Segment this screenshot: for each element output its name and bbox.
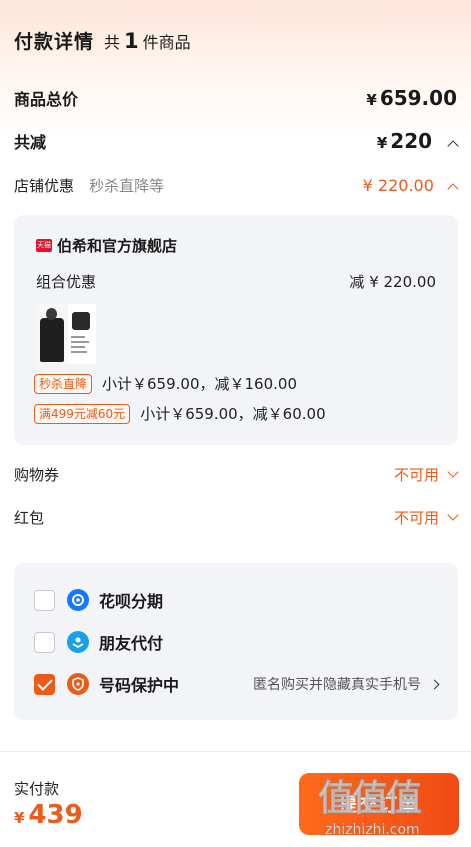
page-title: 付款详情 — [14, 31, 95, 53]
huabei-icon — [67, 589, 89, 611]
total-price-label: 商品总价 — [14, 90, 79, 109]
friend-pay-checkbox[interactable] — [34, 631, 55, 653]
paid-amount: ¥ 439 — [14, 800, 83, 830]
tmall-logo-icon: 天猫 — [36, 239, 52, 252]
combo-discount-row: 组合优惠 减 ¥ 220.00 — [36, 271, 436, 292]
phone-protection-checkbox[interactable] — [34, 673, 55, 695]
discount-tag: 秒杀直降 — [34, 373, 93, 394]
chevron-down-icon[interactable] — [447, 465, 459, 478]
option-friend-pay[interactable]: 朋友代付 — [34, 630, 438, 654]
total-discount-value: 220 — [390, 129, 433, 153]
payment-details-page: 付款详情 共 1 件商品 商品总价 ¥659.00 共减 ¥220 店铺优惠 秒… — [0, 0, 471, 847]
product-image-detail — [68, 304, 96, 364]
total-discount-row[interactable]: 共减 ¥220 — [14, 129, 459, 153]
red-packet-status: 不可用 — [393, 509, 439, 527]
currency-symbol: ¥ — [14, 809, 25, 827]
coupon-status: 不可用 — [393, 466, 439, 484]
chevron-up-icon[interactable] — [447, 183, 459, 195]
shop-discount-row[interactable]: 店铺优惠 秒杀直降等 ¥ 220.00 — [14, 175, 459, 196]
shop-discount-value: ¥ 220.00 — [362, 176, 434, 195]
combo-discount-amount: 减 ¥ 220.00 — [349, 273, 436, 291]
friend-pay-icon — [67, 631, 89, 653]
store-header[interactable]: 天猫 伯希和官方旗舰店 — [36, 235, 177, 256]
discount-detail: 小计￥659.00，减￥160.00 — [102, 375, 297, 393]
watermark-logo: 值值值 — [317, 778, 422, 820]
chevron-down-icon[interactable] — [447, 508, 459, 521]
total-price-row: 商品总价 ¥659.00 — [14, 86, 457, 110]
huabei-checkbox[interactable] — [34, 589, 55, 611]
friend-pay-label: 朋友代付 — [99, 634, 164, 653]
total-discount-label: 共减 — [14, 133, 47, 152]
coupon-value: 不可用 — [393, 464, 459, 485]
option-phone-protection[interactable]: 号码保护中 匿名购买并隐藏真实手机号 — [34, 672, 440, 696]
item-count-prefix: 共 — [104, 33, 121, 52]
total-price-amount: ¥659.00 — [366, 86, 457, 110]
product-thumbnail[interactable] — [36, 304, 96, 364]
huabei-label: 花呗分期 — [99, 592, 164, 611]
payment-options-card: 花呗分期 朋友代付 号码保护中 匿名购买并隐藏真实手机号 — [14, 563, 458, 720]
product-image-model — [36, 304, 68, 364]
phone-protect-icon — [67, 673, 89, 695]
option-huabei-installment[interactable]: 花呗分期 — [34, 588, 438, 612]
phone-protection-desc: 匿名购买并隐藏真实手机号 — [253, 677, 421, 693]
discount-line: 满499元减60元 小计￥659.00，减￥60.00 — [34, 403, 326, 424]
footer-divider — [0, 751, 471, 752]
chevron-right-icon — [429, 679, 440, 689]
combo-discount-label: 组合优惠 — [36, 273, 97, 291]
item-count-suffix: 件商品 — [142, 33, 191, 52]
red-packet-label: 红包 — [14, 509, 45, 527]
phone-protection-info[interactable]: 匿名购买并隐藏真实手机号 — [253, 674, 440, 694]
store-discount-card: 天猫 伯希和官方旗舰店 组合优惠 减 ¥ 220.00 秒杀直降 小计￥659.… — [14, 215, 458, 445]
discount-line: 秒杀直降 小计￥659.00，减￥160.00 — [34, 373, 297, 394]
chevron-up-icon[interactable] — [447, 140, 459, 152]
paid-amount-label: 实付款 — [14, 780, 60, 798]
shop-discount-amount: ¥ 220.00 — [362, 176, 459, 195]
red-packet-row[interactable]: 红包 不可用 — [14, 507, 459, 528]
shop-discount-sub: 秒杀直降等 — [89, 177, 165, 195]
discount-tag: 满499元减60元 — [34, 403, 131, 424]
total-price-value: 659.00 — [379, 86, 457, 110]
currency-symbol: ¥ — [366, 91, 377, 109]
store-name[interactable]: 伯希和官方旗舰店 — [57, 235, 177, 256]
watermark-url: zhizhizhi.com — [325, 822, 420, 839]
coupon-row[interactable]: 购物券 不可用 — [14, 464, 459, 485]
item-count: 共 1 件商品 — [104, 29, 191, 53]
item-count-number: 1 — [124, 29, 139, 53]
currency-symbol: ¥ — [376, 134, 388, 152]
shop-discount-label: 店铺优惠 — [14, 177, 75, 195]
page-header: 付款详情 共 1 件商品 — [14, 27, 191, 54]
coupon-label: 购物券 — [14, 466, 60, 484]
total-discount-amount: ¥220 — [376, 129, 459, 153]
discount-detail: 小计￥659.00，减￥60.00 — [140, 405, 326, 423]
phone-protection-label: 号码保护中 — [99, 676, 180, 695]
paid-amount-value: 439 — [28, 800, 83, 830]
shop-discount-labels: 店铺优惠 秒杀直降等 — [14, 175, 164, 196]
red-packet-value: 不可用 — [393, 507, 459, 528]
